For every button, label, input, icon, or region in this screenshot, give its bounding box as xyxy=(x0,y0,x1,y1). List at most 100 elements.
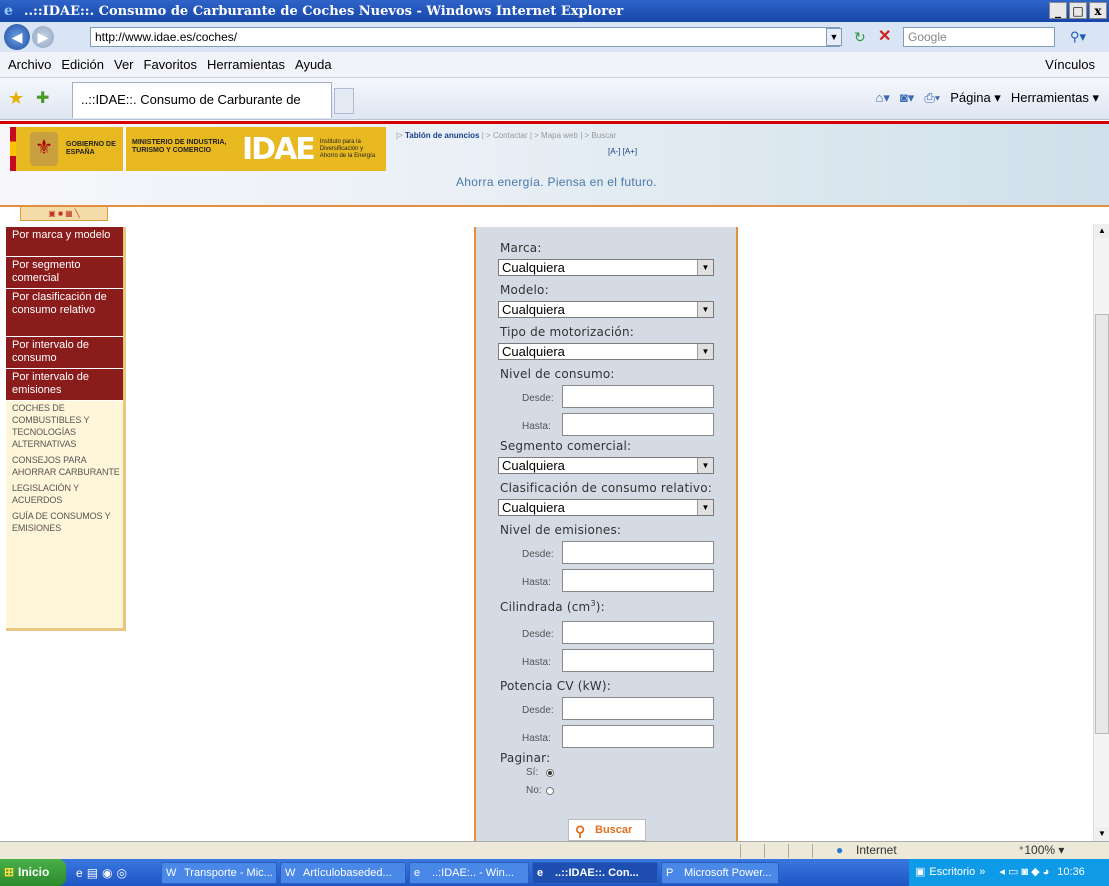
modelo-select[interactable]: Cualquiera ▼ xyxy=(498,301,714,318)
paginar-no-radio[interactable] xyxy=(546,787,554,795)
sidebar-item-marca-modelo[interactable]: Por marca y modelo xyxy=(6,227,123,257)
links-toolbar[interactable]: Vínculos xyxy=(1045,57,1095,72)
sidebar-item-segmento[interactable]: Por segmento comercial xyxy=(6,257,123,289)
cilindrada-label-end: ): xyxy=(595,600,605,614)
refresh-icon[interactable]: ↻ xyxy=(854,28,872,46)
task-articulo[interactable]: W Artículobaseded... xyxy=(280,861,406,884)
task-label: Microsoft Power... xyxy=(684,866,772,879)
buscar-button[interactable]: ⚲ Buscar xyxy=(568,819,646,841)
back-arrow-icon[interactable]: ◀ xyxy=(4,24,30,50)
media-quicklaunch-icon[interactable]: ◉ xyxy=(102,866,112,880)
security-zone[interactable]: ● Internet xyxy=(836,843,897,857)
escritorio-toolbar[interactable]: Escritorio xyxy=(929,859,975,886)
window-title-bar[interactable]: e ..::IDAE::. Consumo de Carburante de C… xyxy=(0,0,1109,22)
menu-favoritos[interactable]: Favoritos xyxy=(144,57,197,72)
stop-icon[interactable]: ✕ xyxy=(878,28,896,46)
tools-menu[interactable]: Herramientas ▾ xyxy=(1011,90,1099,106)
feeds-icon[interactable]: ◙▾ xyxy=(900,90,914,106)
page-menu[interactable]: Página ▾ xyxy=(950,90,1001,106)
menu-ayuda[interactable]: Ayuda xyxy=(295,57,332,72)
sidebar-item-intervalo-emisiones[interactable]: Por intervalo de emisiones xyxy=(6,369,123,401)
font-size-buttons[interactable]: [A-] [A+] xyxy=(608,147,637,156)
word-icon: W xyxy=(285,866,296,879)
close-button[interactable]: x xyxy=(1089,2,1107,19)
ie-quicklaunch-icon[interactable]: e xyxy=(76,866,83,880)
tools-menu-label: Herramientas xyxy=(1010,90,1089,105)
address-input[interactable]: http://www.idae.es/coches/ xyxy=(90,27,840,47)
marca-select[interactable]: Cualquiera ▼ xyxy=(498,259,714,276)
ie-icon: e xyxy=(537,866,544,879)
favorites-star-icon[interactable]: ★ xyxy=(8,88,24,109)
task-transporte[interactable]: W Transporte - Mic... xyxy=(161,861,277,884)
sidebar-item-clasificacion[interactable]: Por clasificación de consumo relativo xyxy=(6,289,123,337)
tray-icons[interactable]: ◂ ▭ ◙ ◆ ◕ xyxy=(999,859,1049,886)
modelo-value: Cualquiera xyxy=(502,302,565,317)
status-separator xyxy=(764,844,765,858)
clock[interactable]: 10:36 xyxy=(1057,859,1085,886)
cilindrada-hasta-input[interactable] xyxy=(562,649,714,672)
segmento-label: Segmento comercial: xyxy=(500,439,632,453)
segmento-select[interactable]: Cualquiera ▼ xyxy=(498,457,714,474)
chrome-quicklaunch-icon[interactable]: ◎ xyxy=(117,866,127,880)
tray-expand-icon[interactable]: » xyxy=(979,859,985,886)
zoom-level[interactable]: ⁺100% ▾ xyxy=(1018,843,1064,857)
maximize-button[interactable]: □ xyxy=(1069,2,1087,19)
buscar-label: Buscar xyxy=(595,824,633,836)
task-label: ..:IDAE:.. - Win... xyxy=(432,866,514,879)
cilindrada-hasta-label: Hasta: xyxy=(522,657,551,668)
status-bar: ● Internet ⁺100% ▾ xyxy=(0,841,1109,859)
scroll-up-icon[interactable]: ▲ xyxy=(1095,224,1109,238)
search-icon[interactable]: ⚲▾ xyxy=(1070,28,1092,46)
task-idae-active[interactable]: e ..::IDAE::. Con... xyxy=(532,861,658,884)
coat-of-arms-icon: ⚜ xyxy=(30,132,58,166)
clasificacion-select[interactable]: Cualquiera ▼ xyxy=(498,499,714,516)
consumo-hasta-input[interactable] xyxy=(562,413,714,436)
task-idae-1[interactable]: e ..:IDAE:.. - Win... xyxy=(409,861,529,884)
address-dropdown-icon[interactable]: ▼ xyxy=(826,28,842,46)
accessibility-icons[interactable]: ▣ ■ ▦ ╲ xyxy=(20,207,108,221)
menu-archivo[interactable]: Archivo xyxy=(8,57,51,72)
sidebar-item-consejos[interactable]: Consejos para ahorrar carburante xyxy=(6,453,123,481)
potencia-desde-input[interactable] xyxy=(562,697,714,720)
emisiones-desde-input[interactable] xyxy=(562,541,714,564)
vertical-scrollbar[interactable]: ▲ ▼ xyxy=(1093,224,1109,841)
ministerio-logo[interactable]: MINISTERIO DE INDUSTRIA, TURISMO Y COMER… xyxy=(126,127,236,171)
scroll-down-icon[interactable]: ▼ xyxy=(1095,827,1109,841)
tab-active[interactable]: ..::IDAE::. Consumo de Carburante de Co.… xyxy=(72,82,332,141)
menu-ver[interactable]: Ver xyxy=(114,57,134,72)
consumo-hasta-label: Hasta: xyxy=(522,421,551,432)
menu-edicion[interactable]: Edición xyxy=(61,57,104,72)
sidebar-item-combustibles[interactable]: Coches de combustibles y tecnologías alt… xyxy=(6,401,123,453)
motorizacion-select[interactable]: Cualquiera ▼ xyxy=(498,343,714,360)
minimize-button[interactable]: _ xyxy=(1049,2,1067,19)
emisiones-hasta-input[interactable] xyxy=(562,569,714,592)
paginar-no-label: No: xyxy=(526,785,542,796)
cilindrada-desde-input[interactable] xyxy=(562,621,714,644)
consumo-desde-label: Desde: xyxy=(522,393,554,404)
link-buscar[interactable]: Buscar xyxy=(591,131,616,140)
home-icon[interactable]: ⌂▾ xyxy=(876,90,890,106)
task-powerpoint[interactable]: P Microsoft Power... xyxy=(661,861,779,884)
paginar-si-radio[interactable] xyxy=(546,769,554,777)
chevron-down-icon: ▼ xyxy=(697,344,713,359)
forward-arrow-icon[interactable]: ▶ xyxy=(32,26,54,48)
link-mapa-web[interactable]: Mapa web xyxy=(541,131,578,140)
gobierno-logo[interactable]: ⚜ GOBIERNO DE ESPAÑA xyxy=(10,127,123,171)
add-favorite-icon[interactable]: ✚ xyxy=(36,88,49,108)
scrollbar-thumb[interactable] xyxy=(1095,314,1109,734)
sidebar-item-guia[interactable]: Guía de consumos y emisiones xyxy=(6,509,123,537)
print-icon[interactable]: ⎙▾ xyxy=(924,90,940,106)
sidebar-item-legislacion[interactable]: Legislación y acuerdos xyxy=(6,481,123,509)
link-tablon[interactable]: Tablón de anuncios xyxy=(405,131,480,140)
folder-quicklaunch-icon[interactable]: ▤ xyxy=(87,866,98,880)
potencia-hasta-input[interactable] xyxy=(562,725,714,748)
search-input[interactable]: Google xyxy=(903,27,1055,47)
link-contactar[interactable]: Contactar xyxy=(493,131,528,140)
idae-logo[interactable]: IDAE Instituto para la Diversificación y… xyxy=(236,127,386,171)
menu-herramientas[interactable]: Herramientas xyxy=(207,57,285,72)
start-button[interactable]: ⊞ Inicio xyxy=(0,859,66,886)
sidebar-item-intervalo-consumo[interactable]: Por intervalo de consumo xyxy=(6,337,123,369)
consumo-desde-input[interactable] xyxy=(562,385,714,408)
new-tab-button[interactable] xyxy=(334,88,354,114)
task-label: Artículobaseded... xyxy=(303,866,392,879)
